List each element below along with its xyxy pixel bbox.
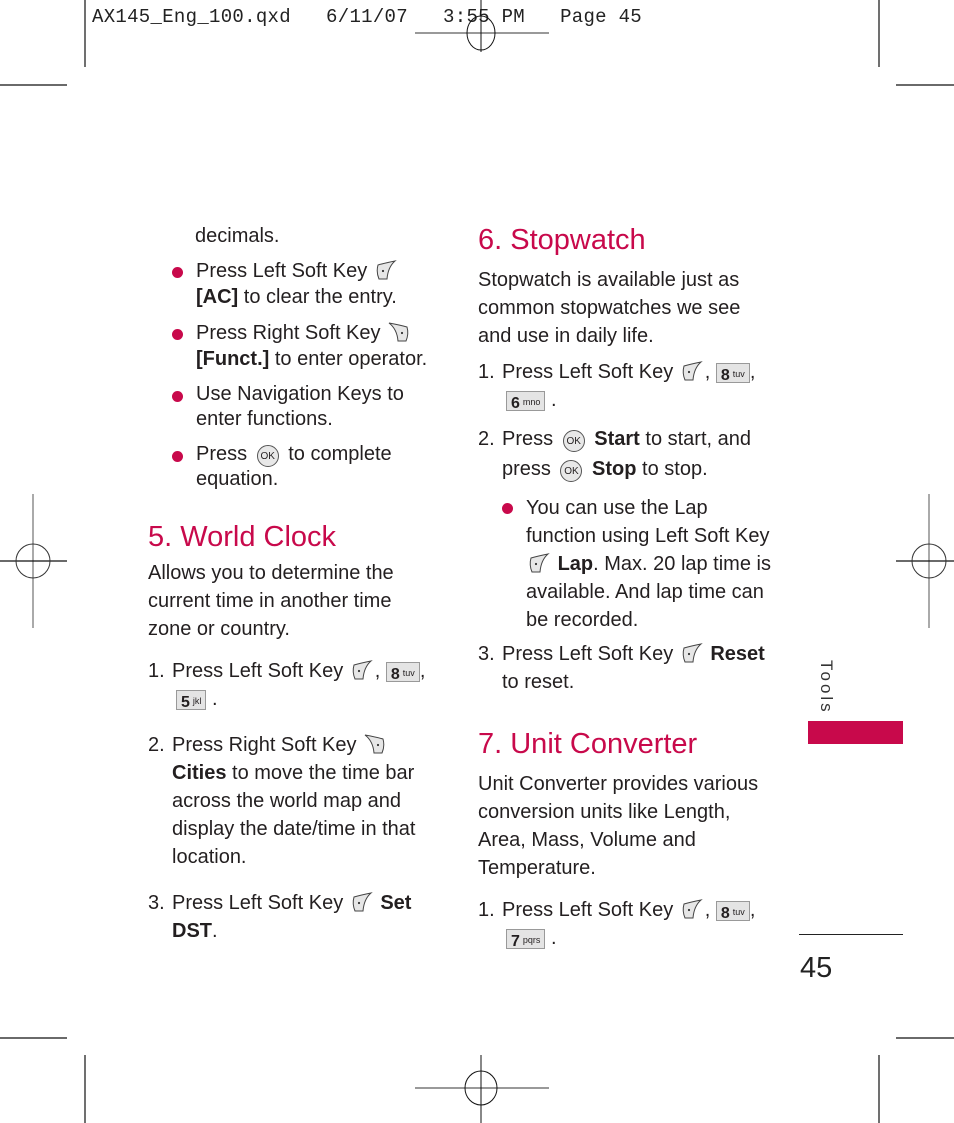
key-7-icon: 7 pqrs <box>506 929 546 950</box>
bullet-navigation-keys: Use Navigation Keys to enter functions. <box>172 382 416 432</box>
stopwatch-step-2: 2. Press OK Start to start, and press OK… <box>478 428 751 482</box>
ok-key-icon: OK <box>562 430 585 452</box>
side-tab-bar <box>808 721 903 744</box>
right-soft-key-icon <box>364 734 386 754</box>
bullet-ok-key: Press OK to complete equation. <box>172 442 406 491</box>
continued-text: decimals. <box>195 225 280 247</box>
stopwatch-step-1: 1. Press Left Soft Key , 8 tuv, 6 mno . <box>478 361 756 412</box>
key-8-icon: 8 tuv <box>715 901 750 922</box>
left-column: decimals. Press Left Soft Key [AC] to cl… <box>148 222 438 945</box>
side-tab-label: Tools <box>817 660 836 715</box>
stopwatch-step-3: 3. Press Left Soft Key Reset to reset. <box>478 643 765 693</box>
page-number: 45 <box>800 952 833 984</box>
world-clock-step-2: 2. Press Right Soft Key Cities to move t… <box>148 734 416 868</box>
key-6-icon: 6 mno <box>506 391 546 412</box>
left-soft-key-icon <box>528 553 550 573</box>
world-clock-step-3: 3. Press Left Soft Key Set DST. <box>148 892 412 942</box>
bullet-right-soft-key: Press Right Soft Key [Funct.] to enter o… <box>172 320 438 372</box>
section-title-stopwatch: 6. Stopwatch <box>478 224 646 256</box>
left-soft-key-icon <box>351 660 373 680</box>
registration-mark-right <box>896 494 954 628</box>
key-8-icon: 8 tuv <box>385 662 420 683</box>
registration-mark-bottom <box>415 1055 549 1123</box>
section-title-world-clock: 5. World Clock <box>148 521 337 553</box>
page-number-rule <box>799 934 903 935</box>
bullet-left-soft-key: Press Left Soft Key [AC] to clear the en… <box>172 258 438 310</box>
right-column: 6. Stopwatch Stopwatch is available just… <box>478 222 778 952</box>
ok-key-icon: OK <box>256 445 279 467</box>
registration-mark-top <box>415 0 549 52</box>
unit-converter-intro: Unit Converter provides various conversi… <box>478 773 759 879</box>
left-soft-key-icon <box>681 643 703 663</box>
left-soft-key-icon <box>681 899 703 919</box>
left-soft-key-icon <box>681 361 703 381</box>
stopwatch-intro: Stopwatch is available just as common st… <box>478 269 741 347</box>
bullet-lap-function: You can use the Lap function using Left … <box>502 494 776 634</box>
section-title-unit-converter: 7. Unit Converter <box>478 728 698 760</box>
unit-converter-step-1: 1. Press Left Soft Key , 8 tuv, 7 pqrs . <box>478 899 756 950</box>
key-8-icon: 8 tuv <box>715 363 750 384</box>
world-clock-intro: Allows you to determine the current time… <box>148 562 394 640</box>
registration-mark-left <box>0 494 67 628</box>
left-soft-key-icon <box>375 260 397 280</box>
left-soft-key-icon <box>351 892 373 912</box>
world-clock-step-1: 1. Press Left Soft Key , 8 tuv, 5 jkl . <box>148 660 426 711</box>
right-soft-key-icon <box>388 322 410 342</box>
ok-key-icon: OK <box>560 460 583 482</box>
key-5-icon: 5 jkl <box>176 690 207 711</box>
